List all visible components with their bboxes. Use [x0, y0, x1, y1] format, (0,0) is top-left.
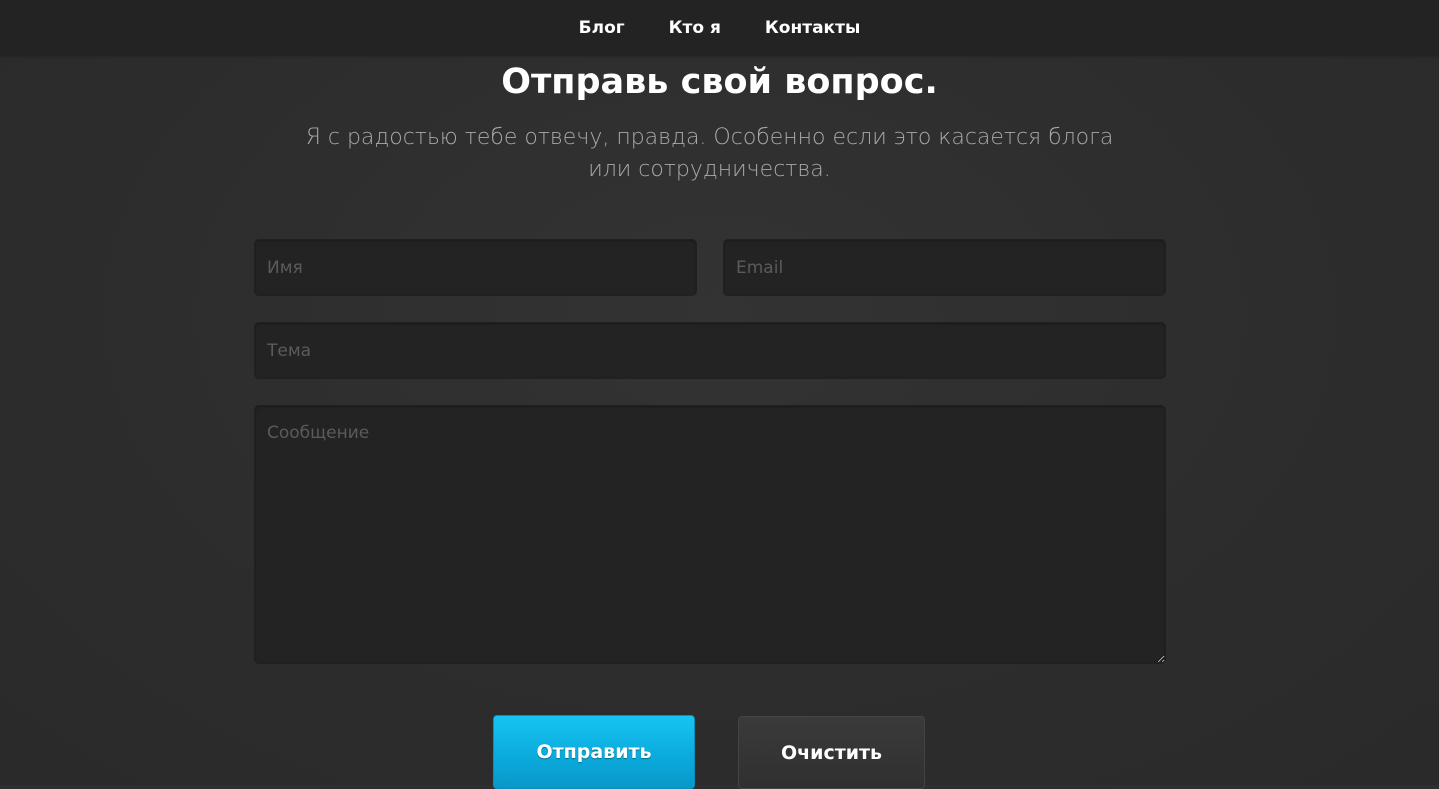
- subject-input[interactable]: [254, 322, 1166, 379]
- nav-link-contacts[interactable]: Контакты: [765, 18, 860, 38]
- message-textarea[interactable]: [254, 405, 1166, 664]
- send-button[interactable]: Отправить: [493, 715, 695, 789]
- nav-link-blog[interactable]: Блог: [579, 18, 625, 38]
- page-subtitle: Я с радостью тебе отвечу, правда. Особен…: [305, 125, 1114, 182]
- top-navbar: Блог Кто я Контакты: [0, 0, 1439, 55]
- name-input[interactable]: [254, 239, 697, 296]
- nav-link-about[interactable]: Кто я: [669, 18, 721, 38]
- email-input[interactable]: [723, 239, 1166, 296]
- clear-button[interactable]: Очистить: [738, 716, 925, 789]
- page-title: Отправь свой вопрос.: [501, 62, 938, 102]
